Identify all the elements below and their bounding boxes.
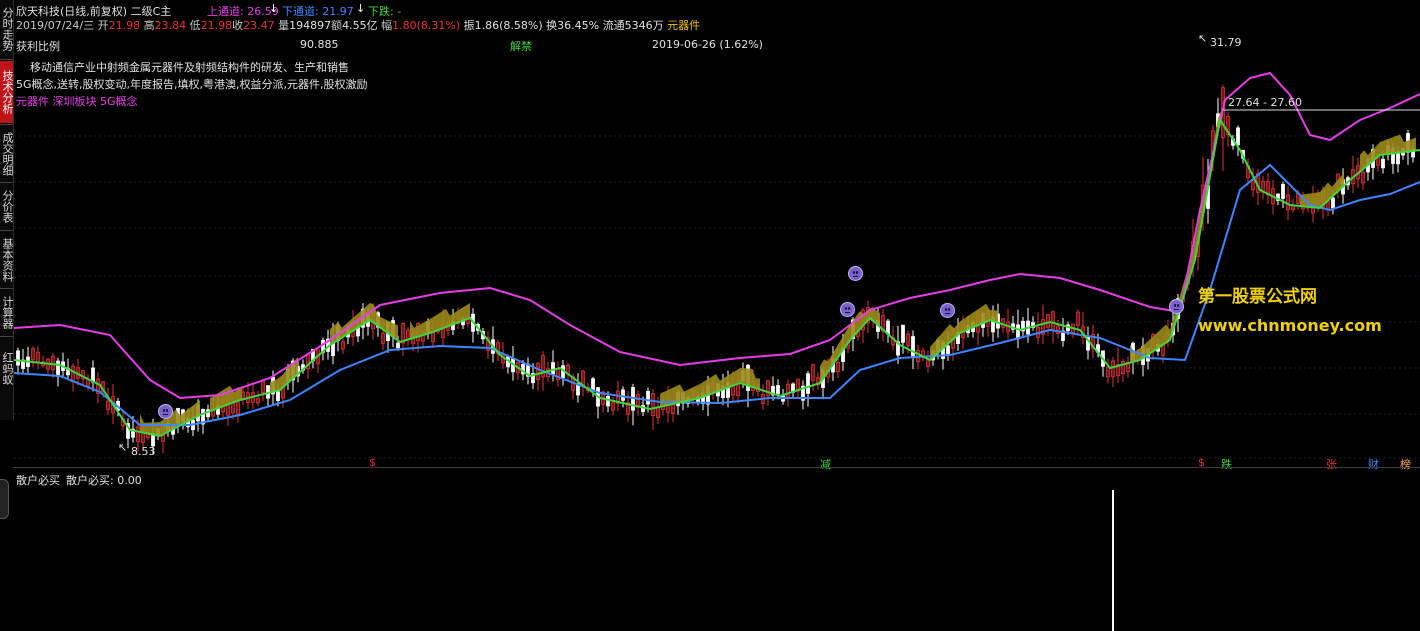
signal-marker[interactable]: 跌 [1221, 456, 1232, 472]
signal-marker[interactable]: 减 [820, 456, 831, 472]
signal-marker[interactable]: 财 [1368, 456, 1379, 472]
candle-body [551, 362, 555, 375]
signal-marker[interactable]: 张 [1326, 456, 1337, 472]
candle-body [1236, 127, 1240, 146]
low-arrow-icon: ↖ [118, 441, 128, 454]
indicator-title: 散户必买 [16, 474, 60, 487]
candle-body [1281, 183, 1285, 199]
watermark-url: www.chnmoney.com [1198, 316, 1382, 335]
candle-body [646, 391, 650, 405]
panel-divider [13, 467, 1420, 468]
candle-body [276, 391, 280, 401]
candle-body [911, 336, 915, 357]
watermark-title: 第一股票公式网 [1198, 287, 1317, 307]
sentiment-face-icon[interactable] [940, 303, 955, 318]
candle-body [606, 396, 610, 407]
range-label: 27.64 - 27.60 [1228, 96, 1302, 109]
upper-band-line [13, 71, 1420, 400]
panel-resize-handle[interactable] [0, 479, 9, 519]
candle-body [591, 378, 595, 391]
sentiment-face-icon[interactable] [840, 302, 855, 317]
high-arrow-icon: ↖ [1198, 32, 1208, 45]
candle-body [396, 342, 400, 349]
candle-body [621, 389, 625, 401]
indicator-value: 散户必买: 0.00 [66, 474, 142, 487]
candle-body [1016, 324, 1020, 340]
sentiment-face-icon[interactable] [1169, 299, 1184, 314]
candle-body [946, 345, 950, 356]
signal-marker[interactable]: 榜 [1400, 456, 1411, 472]
candle-body [806, 373, 810, 394]
candle-body [56, 360, 60, 377]
candle-body [16, 350, 20, 366]
high-price-label: 31.79 [1210, 36, 1242, 49]
sentiment-face-icon[interactable] [848, 266, 863, 281]
candle-body [1331, 197, 1335, 209]
candle-body [776, 385, 780, 395]
sentiment-face-icon[interactable] [158, 404, 173, 419]
low-price-label: 8.53 [131, 445, 156, 458]
candle-body [1381, 158, 1385, 169]
candle-body [901, 324, 905, 343]
